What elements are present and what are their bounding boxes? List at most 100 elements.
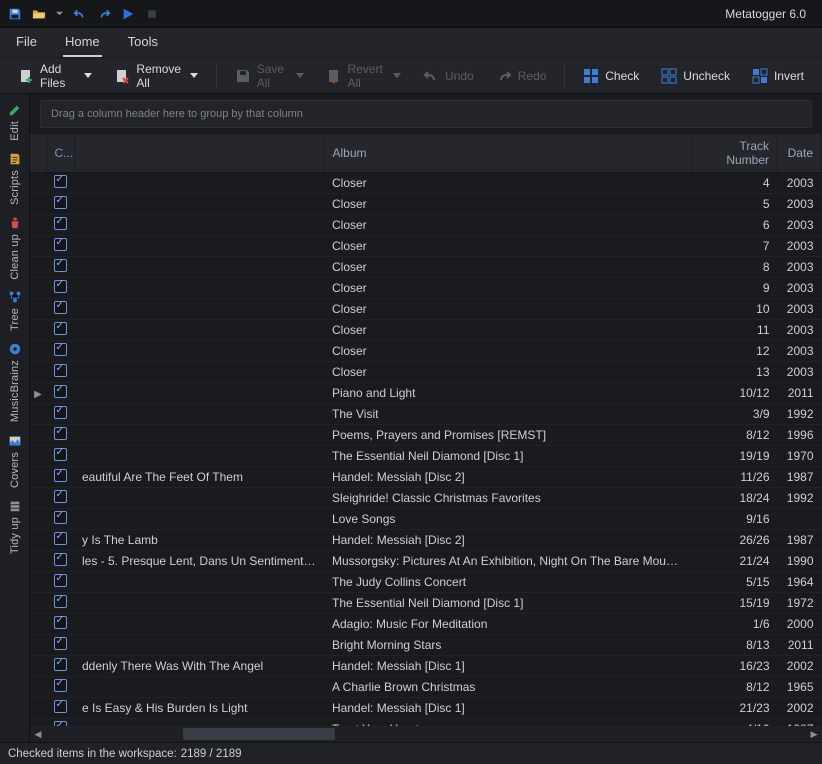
row-checkbox[interactable] <box>46 467 74 488</box>
sidebar-item-musicbrainz[interactable]: MusicBrainz <box>0 337 29 424</box>
cell-date[interactable]: 2003 <box>778 278 822 299</box>
cell-track[interactable]: 21/23 <box>692 698 778 719</box>
cell-track[interactable]: 8/13 <box>692 635 778 656</box>
cell-title[interactable]: e Is Easy & His Burden Is Light <box>74 698 324 719</box>
row-checkbox[interactable] <box>46 341 74 362</box>
table-row[interactable]: Closer132003 <box>30 362 822 383</box>
cell-date[interactable]: 2011 <box>778 635 822 656</box>
row-checkbox[interactable] <box>46 404 74 425</box>
cell-album[interactable]: Closer <box>324 236 692 257</box>
cell-track[interactable]: 7 <box>692 236 778 257</box>
cell-album[interactable]: Love Songs <box>324 509 692 530</box>
sidebar-item-tidyup[interactable]: Tidy up <box>0 494 29 556</box>
invert-button[interactable]: Invert <box>744 64 812 88</box>
row-checkbox[interactable] <box>46 593 74 614</box>
cell-track[interactable]: 21/24 <box>692 551 778 572</box>
row-checkbox[interactable] <box>46 173 74 194</box>
redo-icon[interactable] <box>97 7 111 21</box>
play-icon[interactable] <box>121 7 135 21</box>
cell-track[interactable]: 19/19 <box>692 446 778 467</box>
cell-date[interactable]: 2003 <box>778 236 822 257</box>
table-row[interactable]: Love Songs9/16 <box>30 509 822 530</box>
cell-title[interactable] <box>74 635 324 656</box>
sidebar-item-cleanup[interactable]: Clean up <box>0 211 29 282</box>
table-row[interactable]: Bright Morning Stars8/132011 <box>30 635 822 656</box>
table-row[interactable]: eautiful Are The Feet Of ThemHandel: Mes… <box>30 467 822 488</box>
row-checkbox[interactable] <box>46 257 74 278</box>
table-row[interactable]: Closer62003 <box>30 215 822 236</box>
cell-date[interactable]: 1965 <box>778 677 822 698</box>
table-row[interactable]: y Is The LambHandel: Messiah [Disc 2]26/… <box>30 530 822 551</box>
cell-album[interactable]: Piano and Light <box>324 383 692 404</box>
save-icon[interactable] <box>8 7 22 21</box>
cell-track[interactable]: 16/23 <box>692 656 778 677</box>
stop-icon[interactable] <box>145 7 159 21</box>
cell-title[interactable] <box>74 425 324 446</box>
scroll-thumb[interactable] <box>183 728 335 740</box>
cell-title[interactable] <box>74 215 324 236</box>
cell-album[interactable]: The Essential Neil Diamond [Disc 1] <box>324 446 692 467</box>
cell-album[interactable]: Closer <box>324 173 692 194</box>
scroll-right-icon[interactable]: ▶ <box>806 726 822 742</box>
cell-date[interactable]: 2003 <box>778 173 822 194</box>
table-row[interactable]: les - 5. Presque Lent, Dans Un Sentiment… <box>30 551 822 572</box>
table-row[interactable]: Trust Your Heart4/101987 <box>30 719 822 727</box>
group-by-box[interactable]: Drag a column header here to group by th… <box>40 100 812 128</box>
cell-title[interactable]: ddenly There Was With The Angel <box>74 656 324 677</box>
cell-date[interactable]: 1990 <box>778 551 822 572</box>
cell-track[interactable]: 4 <box>692 173 778 194</box>
table-row[interactable]: Closer82003 <box>30 257 822 278</box>
cell-track[interactable]: 4/10 <box>692 719 778 727</box>
table-row[interactable]: Closer92003 <box>30 278 822 299</box>
cell-album[interactable]: Closer <box>324 299 692 320</box>
row-checkbox[interactable] <box>46 362 74 383</box>
row-checkbox[interactable] <box>46 194 74 215</box>
table-row[interactable]: Closer112003 <box>30 320 822 341</box>
row-checkbox[interactable] <box>46 698 74 719</box>
row-checkbox[interactable] <box>46 551 74 572</box>
scroll-track[interactable] <box>46 726 806 742</box>
cell-date[interactable]: 1987 <box>778 719 822 727</box>
sidebar-item-scripts[interactable]: Scripts <box>0 147 29 207</box>
table-row[interactable]: Sleighride! Classic Christmas Favorites1… <box>30 488 822 509</box>
column-check[interactable]: C... <box>46 134 74 173</box>
table-row[interactable]: Closer122003 <box>30 341 822 362</box>
column-date[interactable]: Date <box>778 134 822 173</box>
cell-album[interactable]: Closer <box>324 194 692 215</box>
cell-date[interactable]: 1964 <box>778 572 822 593</box>
cell-title[interactable] <box>74 236 324 257</box>
cell-track[interactable]: 10 <box>692 299 778 320</box>
cell-album[interactable]: The Judy Collins Concert <box>324 572 692 593</box>
revert-all-button[interactable]: Revert All <box>318 58 410 94</box>
row-checkbox[interactable] <box>46 656 74 677</box>
row-checkbox[interactable] <box>46 215 74 236</box>
cell-track[interactable]: 3/9 <box>692 404 778 425</box>
table-row[interactable]: The Judy Collins Concert5/151964 <box>30 572 822 593</box>
check-button[interactable]: Check <box>575 64 647 88</box>
cell-date[interactable]: 2002 <box>778 698 822 719</box>
cell-track[interactable]: 1/6 <box>692 614 778 635</box>
cell-date[interactable]: 2003 <box>778 362 822 383</box>
cell-album[interactable]: Handel: Messiah [Disc 2] <box>324 467 692 488</box>
cell-date[interactable]: 2003 <box>778 215 822 236</box>
cell-title[interactable] <box>74 677 324 698</box>
cell-title[interactable] <box>74 299 324 320</box>
horizontal-scrollbar[interactable]: ◀ ▶ <box>30 726 822 742</box>
cell-track[interactable]: 26/26 <box>692 530 778 551</box>
cell-track[interactable]: 5 <box>692 194 778 215</box>
menu-file[interactable]: File <box>14 28 39 57</box>
cell-track[interactable]: 6 <box>692 215 778 236</box>
cell-album[interactable]: A Charlie Brown Christmas <box>324 677 692 698</box>
column-track[interactable]: Track Number <box>692 134 778 173</box>
cell-album[interactable]: Closer <box>324 320 692 341</box>
cell-title[interactable] <box>74 341 324 362</box>
table-row[interactable]: Closer52003 <box>30 194 822 215</box>
uncheck-button[interactable]: Uncheck <box>653 64 738 88</box>
row-checkbox[interactable] <box>46 236 74 257</box>
cell-title[interactable] <box>74 404 324 425</box>
open-icon[interactable] <box>32 7 46 21</box>
table-row[interactable]: Closer72003 <box>30 236 822 257</box>
cell-title[interactable] <box>74 593 324 614</box>
qat-dropdown-icon[interactable] <box>56 7 63 21</box>
cell-date[interactable]: 2000 <box>778 614 822 635</box>
